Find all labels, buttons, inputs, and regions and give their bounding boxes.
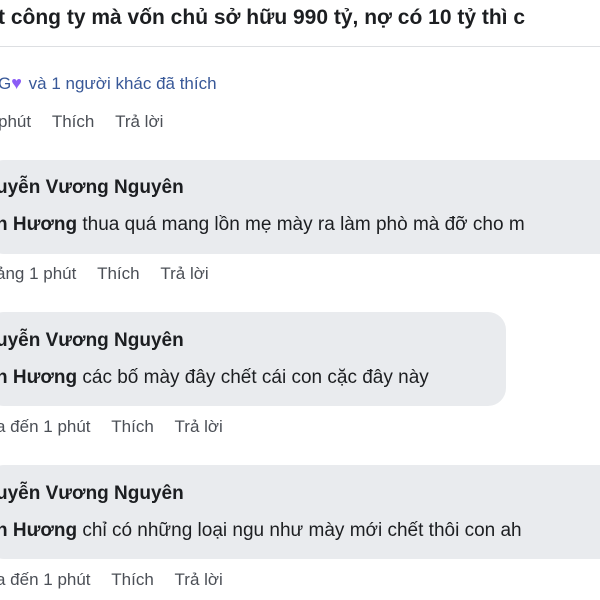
comment-time[interactable]: phút [0, 112, 31, 132]
comment-text: n Hương thua quá mang lồn mẹ mày ra làm … [0, 214, 525, 236]
comment-time[interactable]: ảng 1 phút [0, 264, 76, 284]
comment-actions: ảng 1 phút Thích Trả lời [0, 264, 225, 284]
title-divider [0, 46, 600, 47]
comment-body: chỉ có những loại ngu như mày mới chết t… [77, 520, 522, 541]
comment-author[interactable]: uyễn Vương Nguyên [0, 330, 184, 352]
like-button[interactable]: Thích [52, 112, 95, 132]
comment-actions: a đến 1 phút Thích Trả lời [0, 417, 239, 437]
comment-time[interactable]: a đến 1 phút [0, 570, 91, 590]
comment-actions: a đến 1 phút Thích Trả lời [0, 570, 239, 590]
comment-bubble [0, 465, 600, 559]
like-button[interactable]: Thích [111, 417, 154, 437]
reply-button[interactable]: Trả lời [160, 264, 208, 284]
like-summary[interactable]: G♥ và 1 người khác đã thích [0, 73, 217, 94]
comment-bubble [0, 312, 506, 406]
comment-body: thua quá mang lồn mẹ mày ra làm phò mà đ… [77, 214, 525, 235]
comment-time[interactable]: a đến 1 phút [0, 417, 91, 437]
like-summary-text[interactable]: và 1 người khác đã thích [29, 74, 217, 93]
liker-name[interactable]: G [0, 74, 11, 93]
reply-button[interactable]: Trả lời [175, 570, 223, 590]
mention-link[interactable]: n Hương [0, 214, 77, 235]
comment-bubble [0, 160, 600, 254]
comment-body: các bố mày đây chết cái con cặc đây này [77, 367, 429, 388]
post-comment-actions: phút Thích Trả lời [0, 112, 179, 132]
reply-button[interactable]: Trả lời [115, 112, 163, 132]
comment-author[interactable]: uyễn Vương Nguyên [0, 483, 184, 505]
comment-text: n Hương các bố mày đây chết cái con cặc … [0, 367, 429, 389]
mention-link[interactable]: n Hương [0, 367, 77, 388]
like-button[interactable]: Thích [97, 264, 140, 284]
mention-link[interactable]: n Hương [0, 520, 77, 541]
like-button[interactable]: Thích [111, 570, 154, 590]
purple-heart-icon: ♥ [11, 73, 22, 93]
comment-text: n Hương chỉ có những loại ngu như mày mớ… [0, 520, 522, 542]
reply-button[interactable]: Trả lời [175, 417, 223, 437]
post-title: t công ty mà vốn chủ sở hữu 990 tỷ, nợ c… [0, 6, 526, 29]
comment-author[interactable]: uyễn Vương Nguyên [0, 177, 184, 199]
